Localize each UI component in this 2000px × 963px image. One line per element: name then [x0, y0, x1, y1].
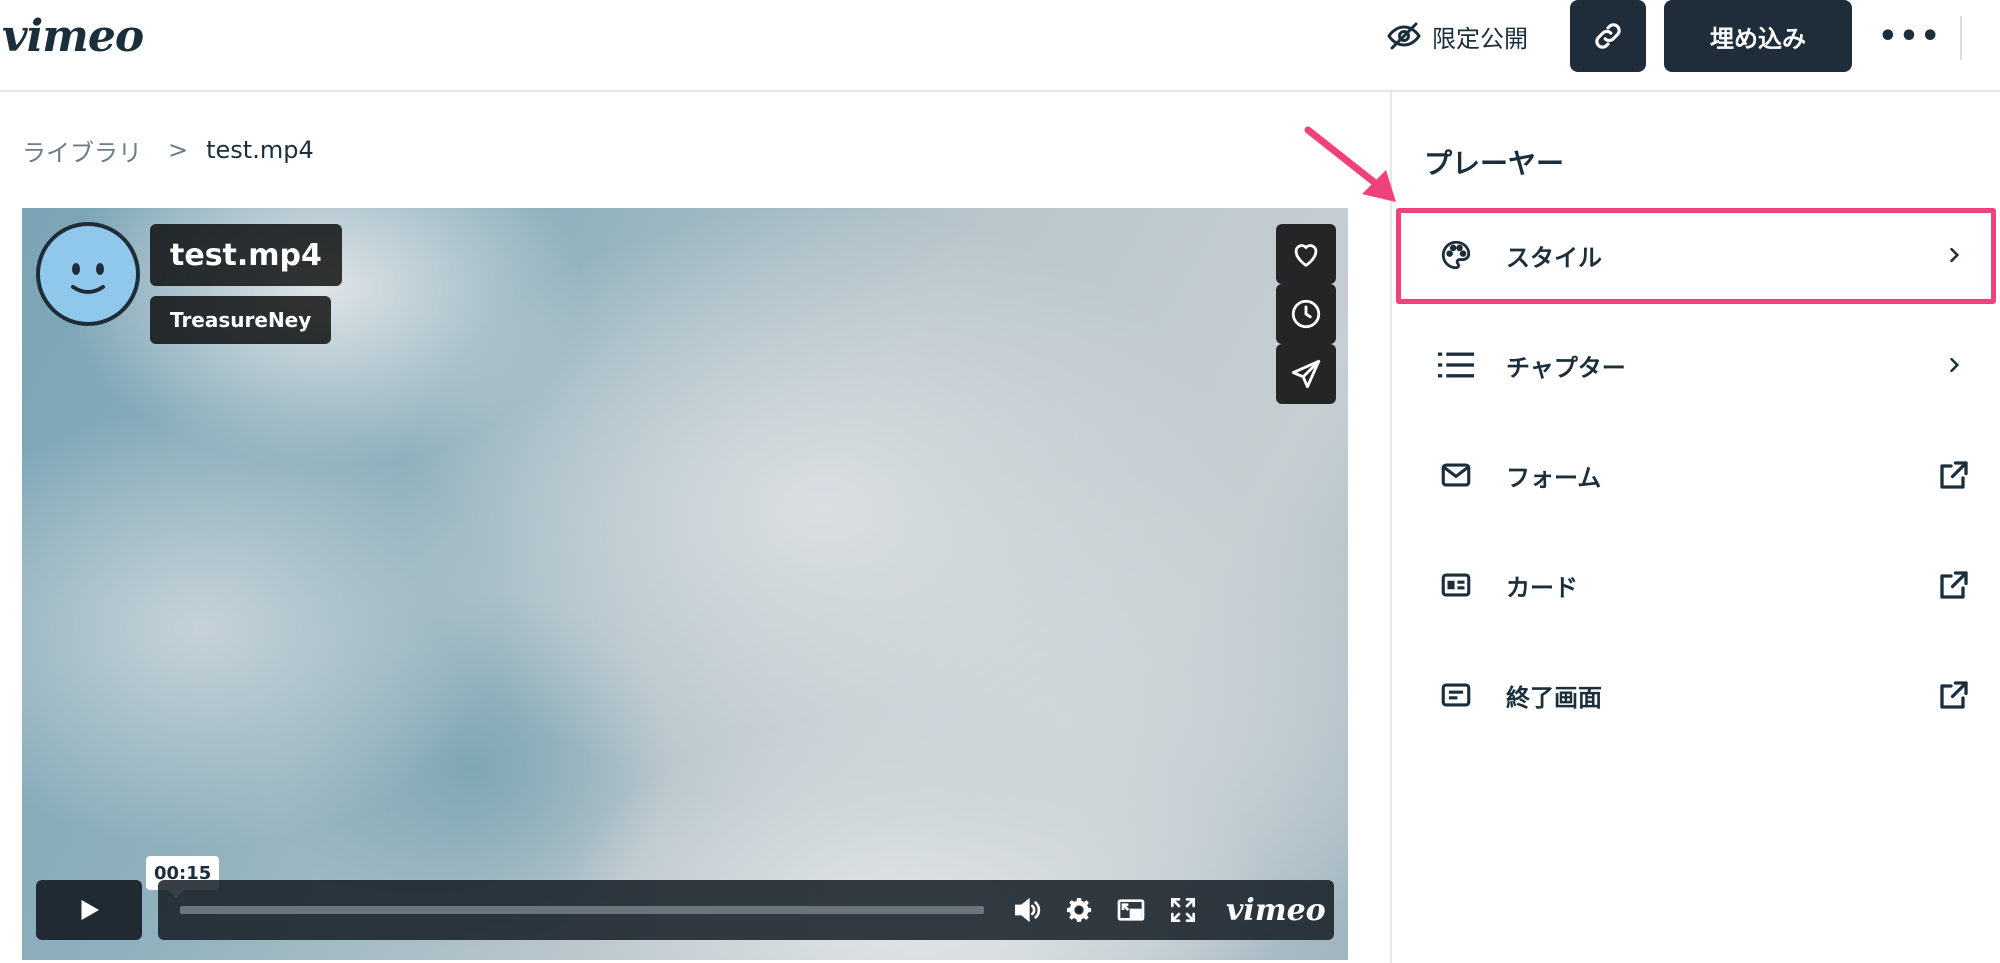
chevron-right-icon: [1936, 237, 1972, 273]
watch-later-button[interactable]: [1276, 284, 1336, 344]
video-player[interactable]: test.mp4 TreasureNey 00:15 vimeo: [22, 208, 1348, 960]
end-screen-icon: [1438, 677, 1474, 713]
panel-title: プレーヤー: [1424, 147, 1565, 180]
annotation-arrow-icon: [1304, 126, 1396, 202]
smiley-face-icon: [46, 232, 130, 316]
card-icon: [1438, 567, 1474, 603]
play-button[interactable]: [36, 880, 142, 940]
vimeo-logo[interactable]: vimeo: [2, 6, 144, 66]
mail-icon: [1438, 457, 1474, 493]
embed-button[interactable]: 埋め込み: [1664, 0, 1852, 72]
heart-icon: [1294, 244, 1318, 268]
menu-item-label: カード: [1506, 573, 1578, 602]
play-icon: [81, 900, 99, 920]
breadcrumb-current: test.mp4: [206, 136, 314, 164]
fullscreen-button[interactable]: [1166, 893, 1200, 927]
privacy-setting[interactable]: 限定公開: [1386, 14, 1528, 58]
panel-divider: [1390, 92, 1392, 963]
volume-icon: [1015, 897, 1041, 923]
external-link-icon: [1936, 677, 1972, 713]
breadcrumb-separator: >: [168, 136, 189, 164]
external-link-icon: [1936, 567, 1972, 603]
divider: [1960, 16, 1962, 60]
author-avatar[interactable]: [36, 222, 140, 326]
chevron-right-icon: [1936, 347, 1972, 383]
privacy-label: 限定公開: [1432, 24, 1528, 53]
palette-icon: [1438, 237, 1474, 273]
breadcrumb-library[interactable]: ライブラリ: [22, 133, 142, 168]
control-icons: vimeo: [1010, 880, 1326, 940]
video-title[interactable]: test.mp4: [150, 224, 342, 286]
eye-slash-icon: [1387, 22, 1421, 50]
breadcrumb: ライブラリ > test.mp4: [22, 132, 314, 168]
clock-icon: [1291, 299, 1321, 329]
progress-bar[interactable]: [180, 906, 984, 914]
menu-item-style[interactable]: スタイル: [1400, 210, 1998, 300]
share-button[interactable]: [1276, 344, 1336, 404]
menu-item-end-screen[interactable]: 終了画面: [1400, 650, 1998, 740]
fullscreen-icon: [1171, 898, 1195, 922]
pip-button[interactable]: [1114, 893, 1148, 927]
more-options-button[interactable]: •••: [1878, 14, 1940, 58]
picture-in-picture-icon: [1117, 899, 1145, 921]
menu-item-label: フォーム: [1506, 463, 1602, 492]
settings-button[interactable]: [1062, 893, 1096, 927]
vimeo-player-logo[interactable]: vimeo: [1226, 893, 1326, 928]
copy-link-button[interactable]: [1570, 0, 1646, 72]
link-icon: [1595, 23, 1621, 49]
menu-item-label: スタイル: [1506, 243, 1602, 272]
menu-item-form[interactable]: フォーム: [1400, 430, 1998, 520]
top-bar: vimeo 限定公開 埋め込み •••: [0, 0, 2000, 92]
list-icon: [1438, 347, 1474, 383]
gear-icon: [1067, 898, 1092, 922]
external-link-icon: [1936, 457, 1972, 493]
like-button[interactable]: [1276, 224, 1336, 284]
menu-item-label: チャプター: [1506, 353, 1626, 382]
menu-item-chapters[interactable]: チャプター: [1400, 320, 1998, 410]
menu-item-label: 終了画面: [1506, 683, 1602, 712]
send-icon: [1291, 359, 1321, 389]
volume-button[interactable]: [1010, 893, 1044, 927]
menu-item-card[interactable]: カード: [1400, 540, 1998, 630]
control-bar: vimeo: [158, 880, 1334, 940]
video-author[interactable]: TreasureNey: [150, 296, 332, 344]
